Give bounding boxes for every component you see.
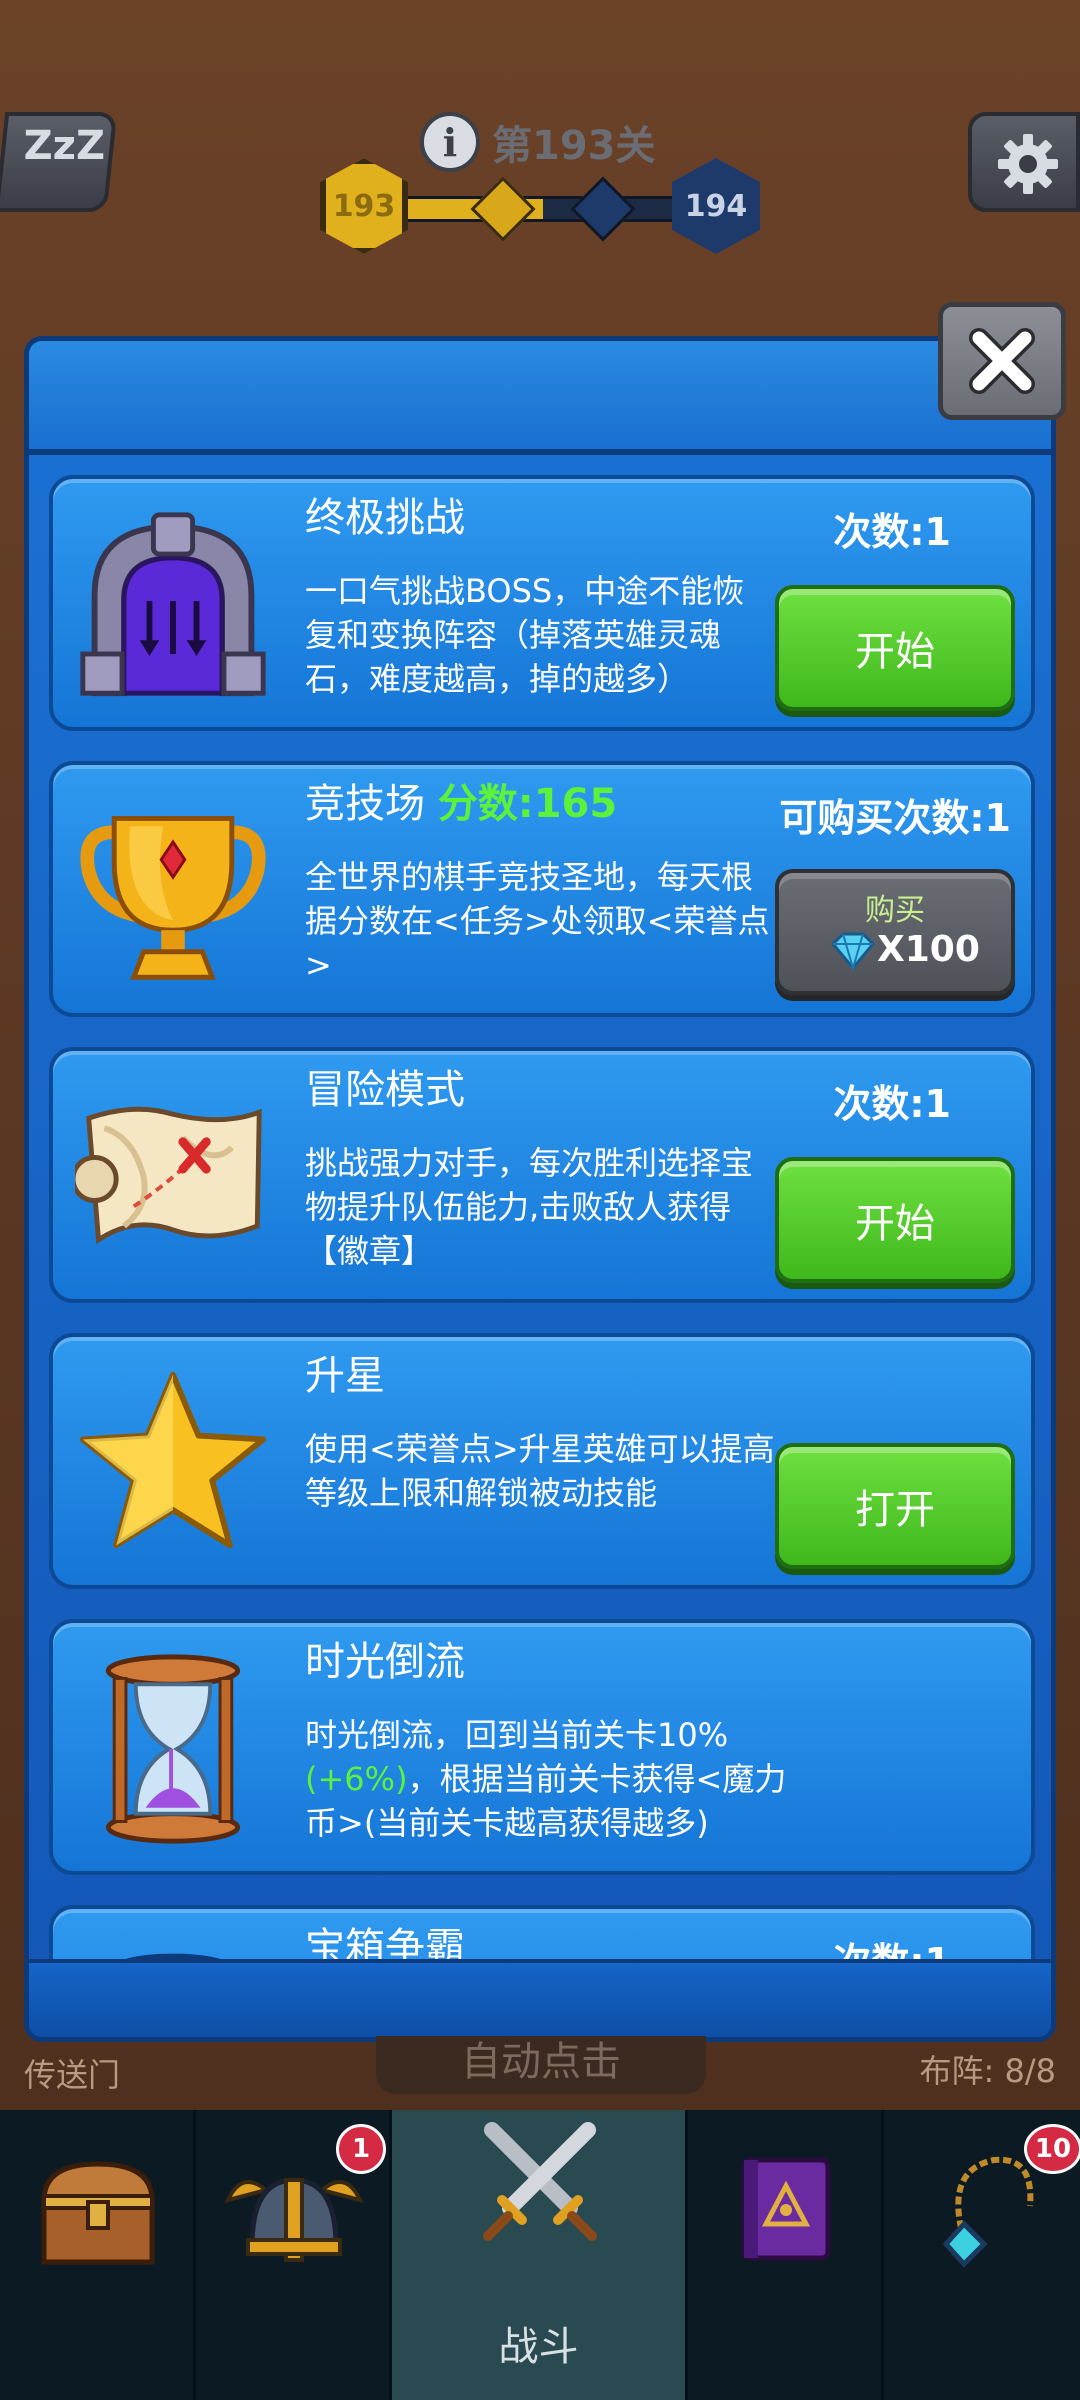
arena-score: 分数:165: [437, 781, 618, 827]
stone-gate-icon: [80, 512, 266, 697]
tab-amulet[interactable]: 10: [884, 2110, 1080, 2400]
attempts-count: 次数:1: [833, 1082, 951, 1126]
start-button[interactable]: 开始: [775, 1157, 1015, 1283]
crossed-swords-icon: [483, 2122, 597, 2241]
portal-label[interactable]: 传送门: [24, 2050, 120, 2096]
notification-badge: 10: [1024, 2124, 1080, 2174]
hourglass-icon: [105, 1654, 241, 1844]
description-main: 时光倒流，回到当前关卡10%: [305, 1716, 729, 1754]
card-title-row: 竞技场 分数:165: [305, 771, 617, 829]
level-progress: 193 194: [320, 158, 760, 254]
open-button[interactable]: 打开: [775, 1443, 1015, 1569]
card-arena: 竞技场 分数:165 可购买次数:1 全世界的棋手竞技圣地，每天根据分数在<任务…: [49, 761, 1035, 1017]
diamond-icon: [830, 932, 876, 970]
card-title: 宝箱争霸: [305, 1925, 465, 1965]
card-time-rewind: 时光倒流 时光倒流，回到当前关卡10%(+6%)，根据当前关卡获得<魔力币>(当…: [49, 1619, 1035, 1875]
modal-footer: [29, 1959, 1051, 2037]
auto-click-button[interactable]: 自动点击: [376, 2036, 706, 2094]
notification-badge: 1: [336, 2124, 386, 2174]
tab-heroes[interactable]: 1: [196, 2110, 392, 2400]
modal-list[interactable]: 终极挑战 次数:1 一口气挑战BOSS，中途不能恢复和变换阵容（掉落英雄灵魂石，…: [29, 455, 1051, 1965]
card-star-up: 升星 使用<荣誉点>升星英雄可以提高等级上限和解锁被动技能 打开: [49, 1333, 1035, 1589]
start-button[interactable]: 开始: [775, 585, 1015, 711]
tab-chest[interactable]: [0, 2110, 196, 2400]
card-title: 时光倒流: [305, 1639, 465, 1685]
buy-label: 购买: [865, 893, 925, 928]
treasure-map-icon: [75, 1106, 262, 1245]
card-title: 终极挑战: [305, 495, 465, 541]
card-description: 全世界的棋手竞技圣地，每天根据分数在<任务>处领取<荣誉点>: [305, 858, 770, 984]
tab-battle-label: 战斗: [498, 2324, 579, 2370]
sleep-icon: ZzZ: [23, 123, 105, 169]
card-chest-battle: 宝箱争霸 次数:1: [49, 1905, 1035, 1965]
card-title: 竞技场: [305, 781, 425, 827]
treasure-chest-icon: [41, 2161, 155, 2265]
progress-bar: [400, 196, 686, 222]
buy-button[interactable]: 购买 X100: [775, 869, 1015, 995]
amulet-icon: [942, 2156, 1034, 2268]
settings-button[interactable]: [968, 112, 1080, 212]
purchasable-count: 可购买次数:1: [779, 796, 1011, 840]
sleep-button[interactable]: ZzZ: [0, 112, 118, 212]
current-level-badge: 193: [320, 158, 408, 254]
gear-icon: [998, 134, 1058, 194]
attempts-count: 次数:1: [833, 510, 951, 554]
close-button[interactable]: [938, 302, 1066, 420]
progress-node-pending: [570, 176, 636, 242]
card-title: 冒险模式: [305, 1067, 465, 1113]
mode-select-modal: 终极挑战 次数:1 一口气挑战BOSS，中途不能恢复和变换阵容（掉落英雄灵魂石，…: [24, 336, 1056, 2042]
trophy-icon: [80, 816, 266, 980]
buy-price: X100: [829, 929, 980, 970]
star-icon: [79, 1371, 267, 1549]
card-description: 使用<荣誉点>升星英雄可以提高等级上限和解锁被动技能: [305, 1430, 775, 1512]
card-title: 升星: [305, 1353, 385, 1399]
tab-spellbook[interactable]: [688, 2110, 884, 2400]
card-adventure-mode: 冒险模式 次数:1 挑战强力对手，每次胜利选择宝物提升队伍能力,击败敌人获得【徽…: [49, 1047, 1035, 1303]
description-bonus: (+6%): [305, 1760, 408, 1798]
bottom-nav: 1 战斗 10: [0, 2110, 1080, 2400]
modal-header: [29, 341, 1051, 455]
next-level-badge: 194: [672, 158, 760, 254]
card-description: 时光倒流，回到当前关卡10%(+6%)，根据当前关卡获得<魔力币>(当前关卡越高…: [305, 1713, 805, 1845]
close-icon: [969, 328, 1035, 394]
tab-battle[interactable]: 战斗: [392, 2110, 688, 2400]
progress-node-reached: [470, 176, 536, 242]
card-description: 挑战强力对手，每次胜利选择宝物提升队伍能力,击败敌人获得【徽章】: [305, 1144, 754, 1270]
price-amount: X100: [877, 929, 980, 970]
formation-count: 布阵: 8/8: [919, 2052, 1056, 2090]
spellbook-icon: [741, 2157, 831, 2261]
card-description: 一口气挑战BOSS，中途不能恢复和变换阵容（掉落英雄灵魂石，难度越高，掉的越多）: [305, 572, 745, 698]
card-ultimate-challenge: 终极挑战 次数:1 一口气挑战BOSS，中途不能恢复和变换阵容（掉落英雄灵魂石，…: [49, 475, 1035, 731]
